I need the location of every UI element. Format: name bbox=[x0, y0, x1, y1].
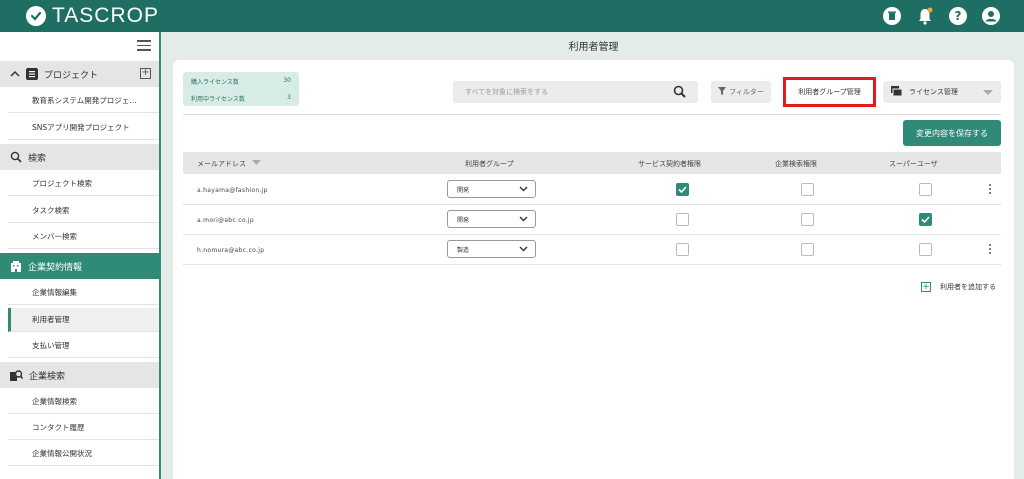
page-title: 利用者管理 bbox=[568, 41, 619, 53]
user-icon[interactable] bbox=[982, 7, 1000, 25]
purchased-license-value: 30 bbox=[283, 77, 291, 84]
add-user-label: 利用者を追加する bbox=[940, 283, 996, 291]
chevron-down-icon bbox=[519, 184, 528, 195]
sidebar-item-project[interactable]: 教育系システム開発プロジェ… bbox=[8, 89, 159, 113]
user-group-select[interactable]: 開発 bbox=[447, 210, 536, 228]
email-cell: a.mori@abc.co.jp bbox=[197, 217, 254, 224]
search-icon bbox=[10, 151, 22, 163]
column-header-company-search: 企業検索権限 bbox=[775, 160, 817, 168]
sidebar: プロジェクト + 教育系システム開発プロジェ… SNSアプリ開発プロジェクト 検… bbox=[0, 32, 161, 479]
app-logo[interactable]: TASCROP bbox=[26, 4, 159, 28]
chevron-down-icon bbox=[519, 244, 528, 255]
service-permission-checkbox[interactable] bbox=[676, 243, 689, 256]
sidebar-item-company-publish-status[interactable]: 企業情報公開状況 bbox=[8, 442, 159, 466]
sidebar-section-label: 検索 bbox=[28, 153, 47, 164]
building-icon bbox=[10, 260, 22, 272]
purchased-license-label: 購入ライセンス数 bbox=[191, 79, 239, 86]
add-user-button[interactable]: + 利用者を追加する bbox=[921, 282, 996, 292]
check-icon bbox=[921, 216, 930, 223]
superuser-checkbox[interactable] bbox=[919, 243, 932, 256]
sidebar-item-project[interactable]: SNSアプリ開発プロジェクト bbox=[8, 116, 159, 140]
user-group-value: 開発 bbox=[457, 186, 470, 194]
sidebar-item-member-search[interactable]: メンバー検索 bbox=[8, 225, 159, 249]
sidebar-section-project[interactable]: プロジェクト + bbox=[0, 61, 159, 87]
sidebar-item-payment[interactable]: 支払い管理 bbox=[8, 334, 159, 358]
sort-icon[interactable] bbox=[252, 160, 262, 166]
email-cell: h.nomura@abc.co.jp bbox=[197, 247, 265, 254]
user-group-value: 製造 bbox=[457, 246, 470, 254]
column-header-superuser: スーパーユーザ bbox=[889, 160, 938, 168]
license-card-icon bbox=[891, 86, 903, 98]
superuser-checkbox[interactable] bbox=[919, 183, 932, 196]
table-row: a.mori@abc.co.jp 開発 bbox=[183, 205, 1001, 235]
sidebar-section-contract[interactable]: 企業契約情報 bbox=[0, 253, 159, 279]
chevron-down-icon bbox=[983, 90, 993, 95]
license-management-label: ライセンス管理 bbox=[909, 88, 958, 96]
user-group-select[interactable]: 製造 bbox=[447, 240, 536, 258]
logo-text: TASCROP bbox=[52, 4, 159, 27]
column-header-group: 利用者グループ bbox=[465, 160, 514, 168]
plus-icon: + bbox=[921, 282, 931, 292]
project-list-icon bbox=[26, 68, 38, 80]
sidebar-item-company-info-search[interactable]: 企業情報検索 bbox=[8, 390, 159, 414]
company-search-permission-checkbox[interactable] bbox=[801, 243, 814, 256]
help-icon[interactable]: ? bbox=[949, 7, 967, 25]
sidebar-section-search[interactable]: 検索 bbox=[0, 144, 159, 170]
license-management-select[interactable]: ライセンス管理 bbox=[883, 81, 1001, 103]
email-cell: a.hayama@fashion.jp bbox=[197, 187, 268, 194]
bell-icon[interactable] bbox=[916, 7, 934, 25]
user-group-value: 開発 bbox=[457, 216, 470, 224]
user-group-select[interactable]: 開発 bbox=[447, 180, 536, 198]
sidebar-item-task-search[interactable]: タスク検索 bbox=[8, 199, 159, 223]
sidebar-section-label: 企業検索 bbox=[29, 371, 66, 382]
filter-button[interactable]: フィルター bbox=[711, 81, 771, 103]
add-project-icon[interactable]: + bbox=[140, 68, 151, 79]
trash-icon[interactable] bbox=[883, 7, 901, 25]
column-header-service: サービス契約者権限 bbox=[638, 160, 701, 168]
filter-icon bbox=[718, 87, 727, 97]
service-permission-checkbox[interactable] bbox=[676, 183, 689, 196]
sidebar-item-project-search[interactable]: プロジェクト検索 bbox=[8, 172, 159, 196]
table-row: h.nomura@abc.co.jp 製造 bbox=[183, 235, 1001, 265]
sidebar-section-company-search[interactable]: 企業検索 bbox=[0, 362, 159, 388]
search-icon[interactable] bbox=[673, 85, 686, 100]
company-search-permission-checkbox[interactable] bbox=[801, 183, 814, 196]
search-placeholder: すべてを対象に検索をする bbox=[465, 88, 549, 96]
more-options-icon[interactable] bbox=[989, 184, 992, 196]
sidebar-item-company-edit[interactable]: 企業情報編集 bbox=[8, 281, 159, 305]
user-group-management-button[interactable]: 利用者グループ管理 bbox=[783, 77, 876, 107]
used-license-label: 利用中ライセンス数 bbox=[191, 96, 245, 103]
logo-check-icon bbox=[26, 6, 46, 26]
used-license-value: 3 bbox=[287, 94, 291, 101]
main-panel: 購入ライセンス数 30 利用中ライセンス数 3 すべてを対象に検索をする フィル… bbox=[173, 60, 1014, 479]
license-summary: 購入ライセンス数 30 利用中ライセンス数 3 bbox=[183, 72, 299, 106]
column-header-email[interactable]: メールアドレス bbox=[197, 159, 262, 169]
company-search-permission-checkbox[interactable] bbox=[801, 213, 814, 226]
search-input[interactable]: すべてを対象に検索をする bbox=[453, 81, 698, 103]
filter-label: フィルター bbox=[729, 88, 764, 96]
sidebar-section-label: プロジェクト bbox=[44, 70, 99, 81]
svg-text:?: ? bbox=[955, 9, 962, 23]
top-bar: TASCROP ? bbox=[0, 0, 1024, 32]
more-options-icon[interactable] bbox=[989, 244, 992, 256]
company-search-icon bbox=[10, 369, 23, 381]
sidebar-item-user-management[interactable]: 利用者管理 bbox=[8, 308, 159, 332]
sidebar-section-label: 企業契約情報 bbox=[28, 262, 83, 273]
table-row: a.hayama@fashion.jp 開発 bbox=[183, 175, 1001, 205]
chevron-up-icon[interactable] bbox=[10, 70, 20, 78]
sidebar-item-contact-history[interactable]: コンタクト履歴 bbox=[8, 416, 159, 440]
chevron-down-icon bbox=[519, 214, 528, 225]
menu-toggle-icon[interactable] bbox=[137, 40, 151, 54]
save-changes-button[interactable]: 変更内容を保存する bbox=[903, 120, 1001, 146]
check-icon bbox=[678, 186, 687, 193]
superuser-checkbox[interactable] bbox=[919, 213, 932, 226]
service-permission-checkbox[interactable] bbox=[676, 213, 689, 226]
table-header: メールアドレス 利用者グループ サービス契約者権限 企業検索権限 スーパーユーザ bbox=[183, 152, 1001, 174]
divider bbox=[183, 114, 1001, 115]
